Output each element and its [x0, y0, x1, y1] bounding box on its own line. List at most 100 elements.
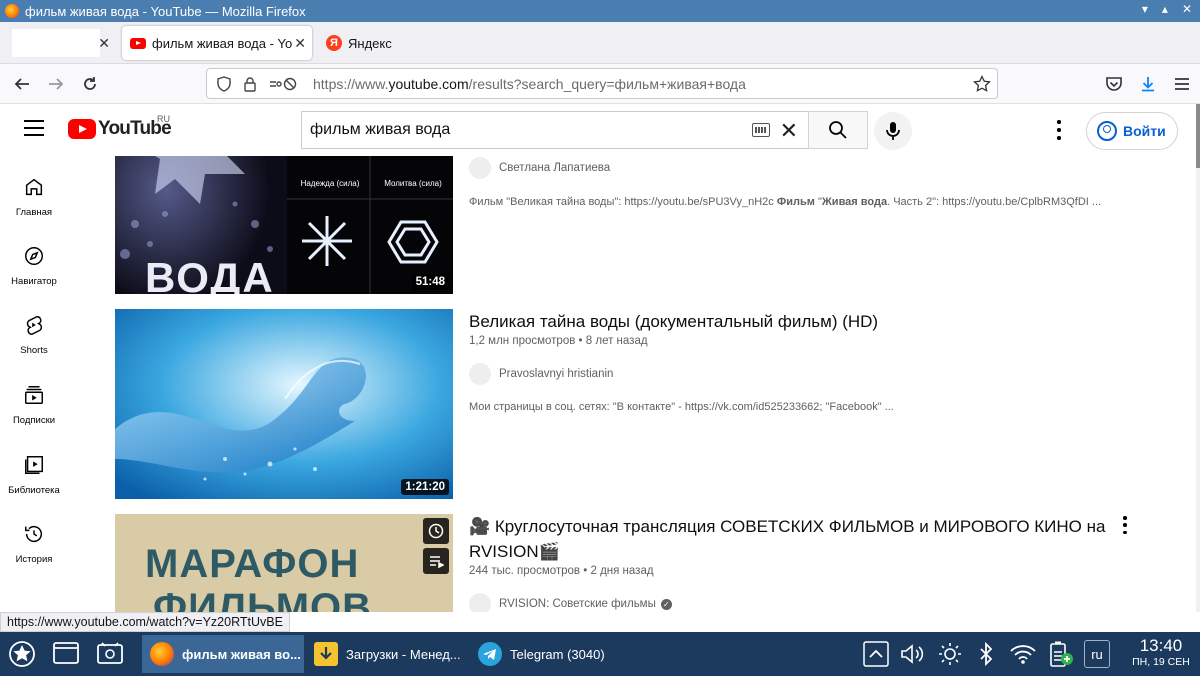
star-launcher-icon — [9, 641, 35, 667]
watch-later-button[interactable] — [423, 518, 449, 544]
tab-yandex[interactable]: Я Яндекс — [318, 26, 458, 60]
thumbnail-image — [115, 309, 453, 499]
video-thumbnail[interactable]: 1:21:20 — [115, 309, 453, 499]
channel-name[interactable]: Светлана Лапатиева — [499, 162, 610, 174]
chevron-up-icon — [863, 641, 889, 667]
shorts-icon — [26, 316, 43, 335]
video-title[interactable]: 🎥 Круглосуточная трансляция СОВЕТСКИХ ФИ… — [469, 514, 1109, 564]
keyboard-icon[interactable] — [752, 123, 770, 137]
keyboard-layout-indicator[interactable]: ru — [1084, 640, 1110, 668]
lock-icon[interactable] — [241, 75, 259, 93]
channel-link[interactable]: Pravoslavnyi hristianin — [469, 363, 613, 385]
pocket-icon — [1106, 77, 1122, 91]
taskbar: фильм живая во... Загрузки - Менед... Te… — [0, 632, 1200, 676]
video-meta: 244 тыс. просмотров • 2 дня назад — [469, 565, 654, 577]
app-launcher-button[interactable] — [6, 638, 38, 670]
queue-icon — [430, 556, 444, 569]
youtube-logo[interactable]: YouTube RU — [68, 114, 172, 140]
bluetooth-button[interactable] — [974, 640, 998, 668]
sidenav-item-shorts[interactable]: Shorts — [0, 314, 68, 374]
permissions-icon[interactable] — [267, 75, 301, 93]
pocket-button[interactable] — [1102, 72, 1126, 96]
thumbnail-title-text: ВОДА — [145, 254, 275, 294]
tab-close-icon[interactable]: ✕ — [294, 35, 306, 52]
battery-button[interactable] — [1046, 640, 1076, 668]
clock-date: пн, 19 сен — [1132, 656, 1190, 668]
sidenav-item-history[interactable]: История — [0, 523, 68, 583]
search-box[interactable]: ✕ — [301, 111, 809, 149]
thumbnail-title-text: МАРАФОН — [145, 542, 360, 586]
video-thumbnail[interactable]: МАРАФОН ФИЛЬМОВ — [115, 514, 453, 612]
sidenav-item-library[interactable]: Библиотека — [0, 454, 68, 514]
close-window-icon[interactable]: ✕ — [1182, 2, 1192, 16]
sidenav-label: Подписки — [12, 415, 56, 426]
status-link-preview: https://www.youtube.com/watch?v=Yz20RTtU… — [0, 612, 290, 632]
yandex-favicon-icon: Я — [326, 35, 342, 51]
back-button[interactable] — [10, 72, 34, 96]
task-firefox[interactable]: фильм живая во... — [142, 635, 304, 673]
video-action-menu[interactable] — [1123, 516, 1129, 534]
channel-link[interactable]: RVISION: Советские фильмы ✓ — [469, 593, 672, 612]
tracking-shield-icon[interactable] — [215, 75, 233, 93]
channel-avatar[interactable] — [469, 363, 491, 385]
video-meta: 1,2 млн просмотров • 8 лет назад — [469, 335, 648, 347]
forward-button[interactable] — [44, 72, 68, 96]
wifi-button[interactable] — [1008, 640, 1038, 668]
sidenav-item-explore[interactable]: Навигатор — [0, 245, 68, 305]
video-description: Фильм "Великая тайна воды": https://yout… — [469, 196, 1102, 208]
add-to-queue-button[interactable] — [423, 548, 449, 574]
scrollbar-thumb[interactable] — [1196, 104, 1200, 168]
youtube-play-icon — [68, 119, 96, 139]
minimize-icon[interactable]: ▾ — [1142, 2, 1148, 16]
firefox-icon — [5, 4, 19, 18]
verified-check-icon: ✓ — [660, 598, 672, 610]
task-telegram[interactable]: Telegram (3040) — [470, 635, 632, 673]
history-icon — [25, 526, 43, 543]
channel-name[interactable]: RVISION: Советские фильмы — [499, 598, 656, 610]
mini-guide: Главная Навигатор Shorts Подписки Библио… — [0, 156, 68, 612]
video-title[interactable]: Великая тайна воды (документальный фильм… — [469, 309, 1109, 334]
page-scrollbar[interactable] — [1196, 104, 1200, 612]
library-icon — [25, 456, 43, 474]
channel-link[interactable]: Светлана Лапатиева — [469, 157, 610, 179]
channel-avatar[interactable] — [469, 593, 491, 612]
tab-close-icon[interactable]: ✕ — [98, 35, 110, 52]
sidenav-item-subscriptions[interactable]: Подписки — [0, 384, 68, 444]
tab-youtube[interactable]: фильм живая вода - YouTube ✕ — [122, 26, 312, 60]
search-input[interactable] — [308, 113, 738, 147]
sign-in-button[interactable]: Войти — [1086, 112, 1178, 150]
terminal-icon — [97, 642, 123, 664]
reload-button[interactable] — [78, 72, 102, 96]
tab-blank[interactable]: ✕ — [4, 26, 116, 60]
clock[interactable]: 13:40 пн, 19 сен — [1122, 636, 1200, 668]
task-label: фильм живая во... — [182, 646, 301, 662]
task-label: Telegram (3040) — [510, 646, 605, 662]
bookmark-star-icon[interactable] — [973, 74, 991, 96]
sidenav-label: Shorts — [20, 345, 48, 356]
channel-name[interactable]: Pravoslavnyi hristianin — [499, 368, 613, 380]
settings-more-icon[interactable] — [1052, 118, 1066, 142]
voice-search-button[interactable] — [874, 112, 912, 150]
task-downloads[interactable]: Загрузки - Менед... — [306, 635, 468, 673]
speaker-icon — [901, 644, 924, 664]
brightness-button[interactable] — [936, 640, 964, 668]
download-arrow-icon — [1142, 77, 1154, 92]
volume-button[interactable] — [898, 640, 926, 668]
clear-search-icon[interactable]: ✕ — [780, 118, 798, 144]
app-menu-button[interactable] — [1170, 72, 1194, 96]
file-manager-button[interactable] — [94, 638, 126, 670]
downloads-button[interactable] — [1136, 72, 1160, 96]
youtube-favicon-icon — [130, 37, 146, 49]
tray-expand-button[interactable] — [862, 640, 890, 668]
search-button[interactable] — [808, 111, 868, 149]
thumbnail-title-text: ФИЛЬМОВ — [153, 586, 373, 612]
url-bar[interactable]: https://www.youtube.com/results?search_q… — [206, 68, 998, 99]
microphone-icon — [886, 122, 900, 140]
maximize-icon[interactable]: ▴ — [1162, 2, 1168, 16]
guide-menu-icon[interactable] — [24, 120, 44, 136]
channel-avatar[interactable] — [469, 157, 491, 179]
telegram-icon — [478, 642, 502, 666]
sidenav-item-home[interactable]: Главная — [0, 176, 68, 236]
show-desktop-button[interactable] — [50, 638, 82, 670]
compass-icon — [25, 247, 43, 265]
